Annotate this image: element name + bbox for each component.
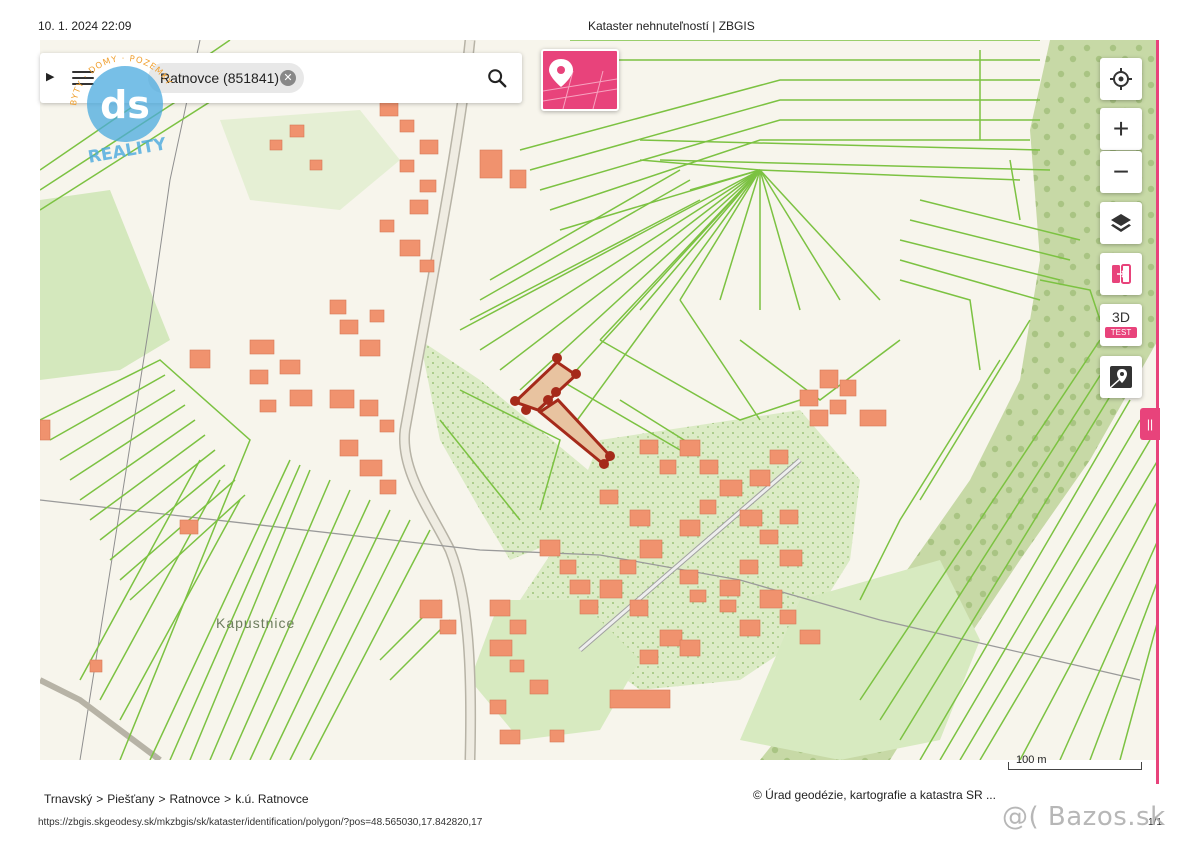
test-badge: TEST — [1104, 326, 1138, 338]
split-view-icon — [1112, 264, 1131, 284]
3d-label: 3D — [1112, 308, 1130, 325]
layers-button[interactable] — [1100, 202, 1142, 244]
scale-bar-line — [1008, 762, 1142, 770]
close-circle-icon[interactable]: ✕ — [280, 70, 296, 86]
3d-mode-button[interactable]: 3D TEST — [1100, 304, 1142, 346]
google-maps-icon — [1109, 366, 1132, 389]
location-pin-parcel-icon — [543, 59, 617, 109]
streetview-button[interactable] — [1100, 356, 1142, 398]
compare-button[interactable] — [1100, 253, 1142, 295]
copyright-notice: © Úrad geodézie, kartografie a katastra … — [753, 788, 996, 802]
minus-icon: − — [1112, 156, 1130, 187]
map-canvas[interactable]: Kapustnice — [40, 40, 1158, 760]
cadastre-map[interactable]: Kapustnice — [40, 40, 1158, 760]
side-panel-handle[interactable]: || — [1140, 408, 1160, 440]
print-header: 10. 1. 2024 22:09 Kataster nehnuteľností… — [0, 0, 1200, 38]
breadcrumb-item[interactable]: Ratnovce — [169, 792, 220, 806]
breadcrumb-item[interactable]: Piešťany — [107, 792, 154, 806]
meadow-area — [40, 190, 170, 380]
crosshair-icon — [1110, 68, 1132, 90]
bazos-watermark: @( Bazos.sk — [1002, 802, 1166, 832]
logo-initials: ds — [100, 83, 150, 127]
ds-reality-logo: ds BYTY · DOMY · POZEMKY REALITY — [69, 54, 173, 168]
page-url: https://zbgis.skgeodesy.sk/mkzbgis/sk/ka… — [38, 817, 483, 828]
expand-panel-icon[interactable]: ▶ — [46, 70, 54, 83]
place-label: Kapustnice — [216, 615, 295, 631]
print-datetime: 10. 1. 2024 22:09 — [38, 19, 132, 33]
plus-icon: + — [1112, 113, 1130, 144]
cadastre-mode-button[interactable] — [541, 49, 619, 111]
magnifier-icon[interactable] — [486, 67, 508, 89]
breadcrumb-separator: > — [96, 792, 104, 806]
print-title: Kataster nehnuteľností | ZBGIS — [588, 19, 755, 33]
breadcrumb-item[interactable]: k.ú. Ratnovce — [235, 792, 308, 806]
breadcrumb-separator: > — [224, 792, 232, 806]
drag-handle-icon: || — [1146, 417, 1154, 431]
zoom-in-button[interactable]: + — [1100, 108, 1142, 150]
layers-icon — [1111, 214, 1131, 232]
locate-button[interactable] — [1100, 58, 1142, 100]
road — [40, 677, 162, 760]
scale-bar: 100 m — [1008, 754, 1142, 770]
zoom-out-button[interactable]: − — [1100, 151, 1142, 193]
breadcrumb: Trnavský > Piešťany > Ratnovce > k.ú. Ratnovce — [44, 792, 309, 806]
breadcrumb-item[interactable]: Trnavský — [44, 792, 92, 806]
breadcrumb-separator: > — [158, 792, 166, 806]
